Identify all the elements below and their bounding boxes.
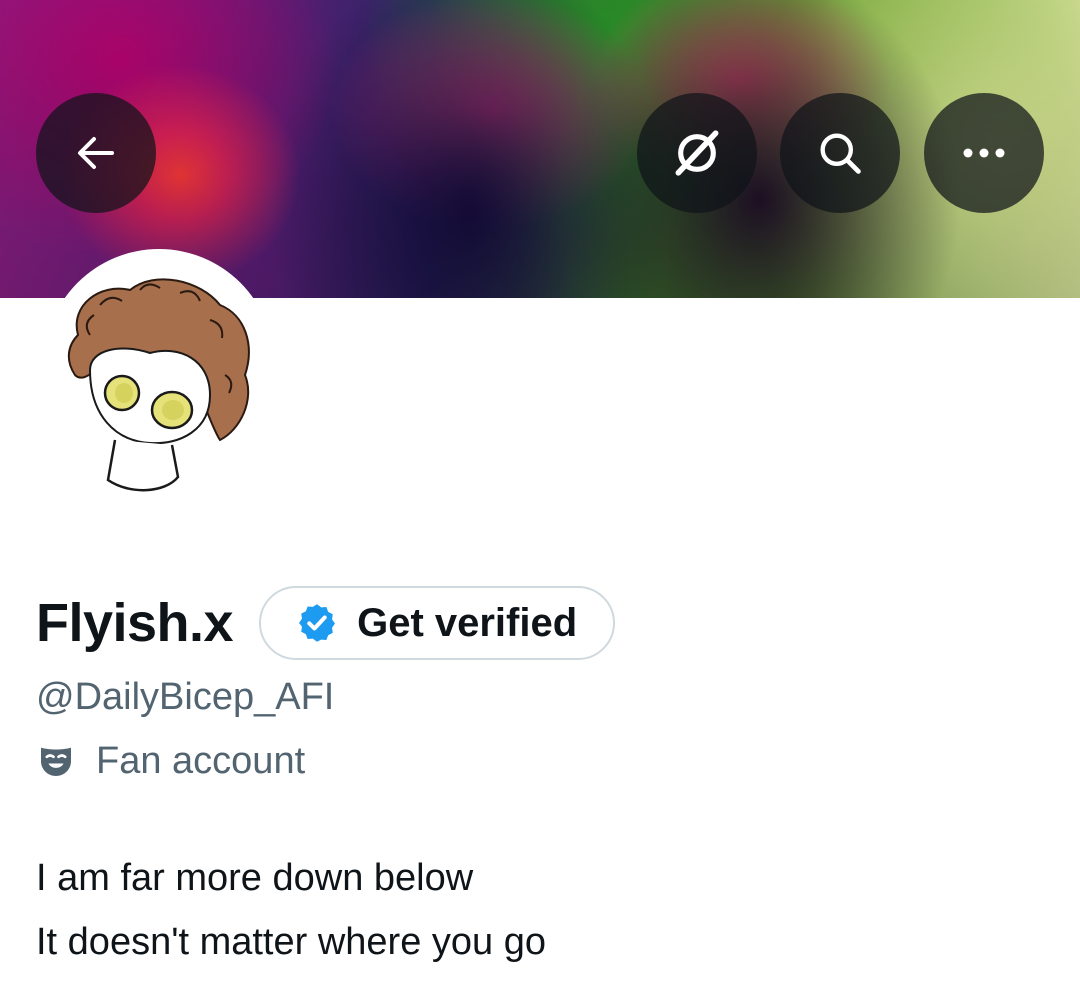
search-icon (820, 133, 861, 174)
bio-line: I am far more down below (36, 857, 474, 899)
back-button[interactable] (36, 93, 156, 213)
name-row: Flyish.x Get verified (36, 586, 616, 660)
fan-mask-icon (41, 747, 71, 776)
grok-icon (675, 130, 719, 176)
arrow-left-icon (78, 137, 114, 169)
user-handle: @DailyBicep_AFI (36, 676, 335, 718)
avatar-image (67, 278, 250, 492)
verified-badge-icon (299, 604, 336, 642)
display-name: Flyish.x (36, 593, 234, 653)
search-button[interactable] (780, 93, 900, 213)
more-button[interactable] (924, 93, 1044, 213)
more-horizontal-icon (963, 148, 1005, 158)
grok-button[interactable] (637, 93, 757, 213)
account-category: Fan account (36, 738, 305, 784)
get-verified-button[interactable]: Get verified (259, 586, 616, 660)
bio: I am far more down below It doesn't matt… (36, 846, 546, 974)
get-verified-label: Get verified (357, 600, 578, 645)
bio-line: It doesn't matter where you go (36, 921, 546, 963)
category-label: Fan account (96, 739, 306, 782)
